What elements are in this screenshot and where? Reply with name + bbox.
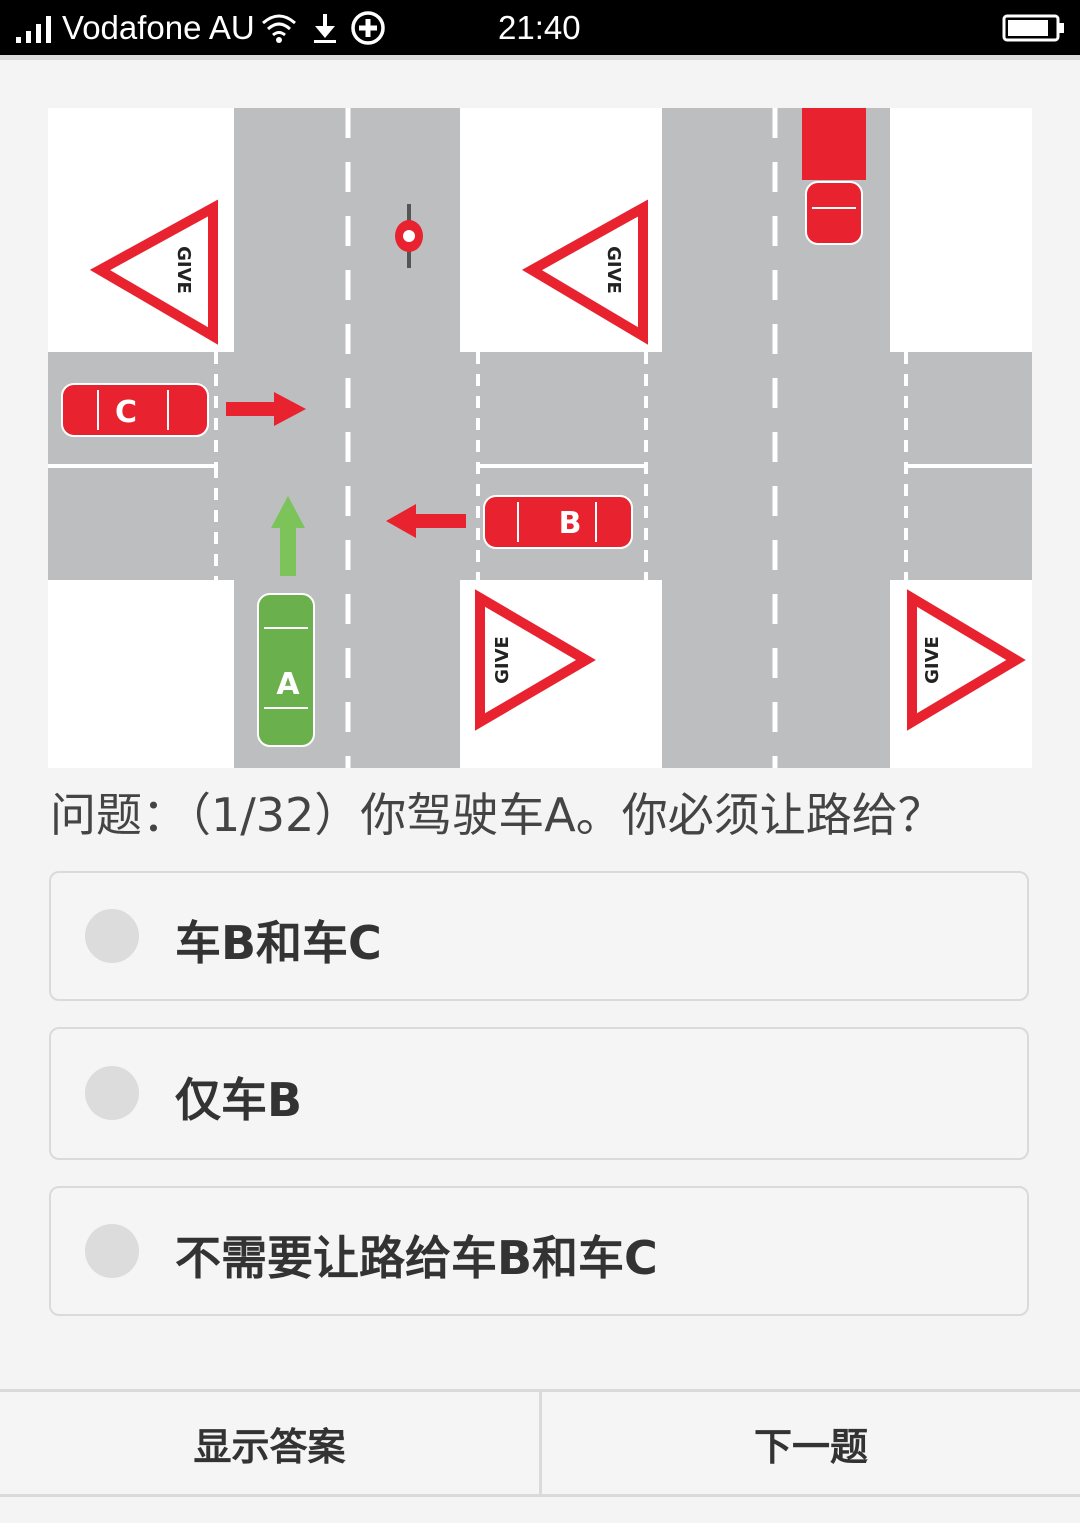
signal-icon (14, 0, 58, 55)
sign-text: GIVE (173, 246, 194, 294)
battery-icon (1002, 0, 1066, 55)
sync-icon (350, 0, 386, 55)
radio-button[interactable] (85, 909, 139, 963)
sign-text: GIVE (492, 636, 513, 684)
answer-option-label: 车B和车C (175, 916, 382, 970)
clock: 21:40 (498, 8, 581, 46)
download-icon (310, 0, 340, 55)
car-c-label: C (115, 395, 137, 430)
car-a-label: A (276, 667, 300, 702)
sign-text: GIVE (922, 636, 943, 684)
sign-text: GIVE (603, 246, 624, 294)
bottom-action-bar: 显示答案 下一题 (0, 1389, 1080, 1497)
car-c: C (61, 383, 209, 437)
truck (802, 108, 866, 245)
car-b-label: B (559, 506, 582, 541)
status-divider (0, 55, 1080, 60)
answer-option-label: 不需要让路给车B和车C (175, 1231, 658, 1285)
next-question-button[interactable]: 下一题 (542, 1392, 1080, 1494)
car-b: B (483, 495, 633, 549)
radio-button[interactable] (85, 1224, 139, 1278)
status-bar: Vodafone AU 21:40 (0, 0, 1080, 55)
answer-option-2[interactable]: 仅车B (49, 1027, 1029, 1160)
radio-button[interactable] (85, 1066, 139, 1120)
carrier-name: Vodafone AU (62, 8, 255, 46)
wifi-icon (260, 0, 298, 55)
car-a: A (257, 593, 315, 747)
intersection-illustration: GIVE GIVE GIVE GIVE C B A (48, 108, 1032, 768)
question-text: 问题：（1/32）你驾驶车A。你必须让路给？ (50, 788, 944, 842)
answer-option-3[interactable]: 不需要让路给车B和车C (49, 1186, 1029, 1316)
intersection-diagram: GIVE GIVE GIVE GIVE C B A (48, 108, 1032, 768)
answer-option-label: 仅车B (175, 1073, 303, 1127)
show-answer-button[interactable]: 显示答案 (0, 1392, 539, 1494)
answer-option-1[interactable]: 车B和车C (49, 871, 1029, 1001)
